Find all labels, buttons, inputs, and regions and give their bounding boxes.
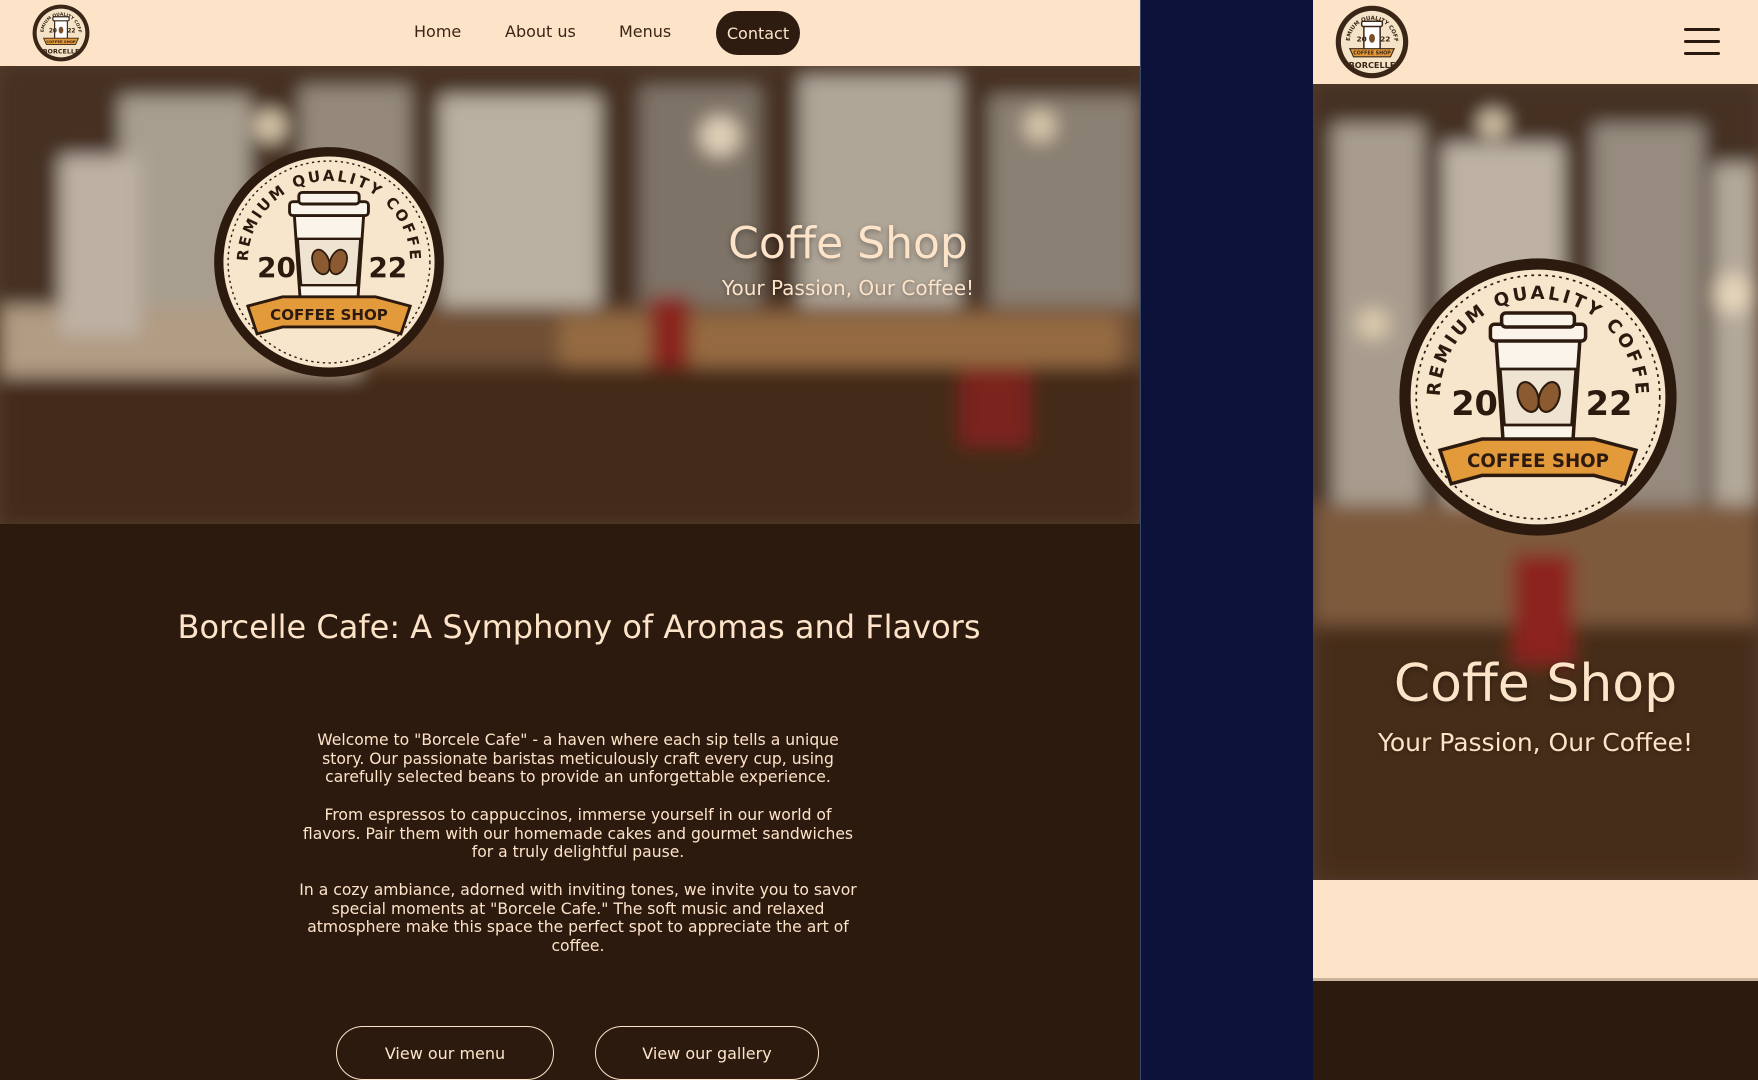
mobile-mockup: PREMIUM QUALITY COFFEE 20 22 COFFEE SHOP…: [1313, 0, 1758, 1080]
svg-text:BORCELLE: BORCELLE: [43, 47, 80, 55]
view-menu-button[interactable]: View our menu: [336, 1026, 554, 1080]
svg-text:20: 20: [1451, 384, 1498, 423]
borcelle-logo-icon: PREMIUM QUALITY COFFEE 20 22 COFFEE SHOP…: [1335, 5, 1409, 79]
mobile-nav-logo[interactable]: PREMIUM QUALITY COFFEE 20 22 COFFEE SHOP…: [1335, 5, 1409, 79]
hamburger-menu-icon[interactable]: [1684, 28, 1720, 56]
mobile-hero-subtitle: Your Passion, Our Coffee!: [1377, 728, 1694, 757]
svg-text:22: 22: [1380, 34, 1390, 43]
svg-text:COFFEE SHOP: COFFEE SHOP: [1353, 51, 1391, 57]
svg-text:20: 20: [1356, 34, 1366, 43]
svg-text:COFFEE SHOP: COFFEE SHOP: [270, 306, 388, 324]
navbar: PREMIUM QUALITY COFFEE 20 22 COFFEE SHOP…: [0, 0, 1140, 66]
nav-link-menus[interactable]: Menus: [619, 22, 671, 41]
nav-logo[interactable]: PREMIUM QUALITY COFFEE 20 22 COFFEE SHOP…: [32, 4, 90, 62]
contact-button[interactable]: Contact: [716, 11, 800, 55]
about-heading: Borcelle Cafe: A Symphony of Aromas and …: [177, 608, 981, 646]
coffee-cup-badge-icon: PREMIUM QUALITY COFFEE 20 22 COFFEE SHOP: [1398, 257, 1677, 536]
hero-title: Coffe Shop: [728, 218, 968, 269]
hero-badge-logo: PREMIUM QUALITY COFFEE 20 22 COFFEE SHOP: [213, 146, 445, 378]
nav-link-home[interactable]: Home: [414, 22, 461, 41]
coffee-cup-badge-icon: PREMIUM QUALITY COFFEE 20 22 COFFEE SHOP: [213, 146, 444, 377]
about-paragraph: Welcome to "Borcele Cafe" - a haven wher…: [317, 731, 839, 787]
nav-link-about[interactable]: About us: [505, 22, 576, 41]
svg-text:22: 22: [368, 251, 407, 284]
mobile-dark-section: [1313, 978, 1758, 1080]
svg-text:BORCELLE: BORCELLE: [1349, 60, 1396, 70]
hero-subtitle: Your Passion, Our Coffee!: [721, 276, 975, 300]
desktop-mockup: PREMIUM QUALITY COFFEE 20 22 COFFEE SHOP…: [0, 0, 1141, 1080]
borcelle-logo-icon: PREMIUM QUALITY COFFEE 20 22 COFFEE SHOP…: [32, 4, 90, 62]
svg-text:COFFEE SHOP: COFFEE SHOP: [1467, 451, 1609, 472]
svg-text:22: 22: [1586, 384, 1633, 423]
svg-text:COFFEE SHOP: COFFEE SHOP: [46, 40, 76, 44]
view-gallery-button[interactable]: View our gallery: [595, 1026, 819, 1080]
hero-banner: PREMIUM QUALITY COFFEE 20 22 COFFEE SHOP…: [0, 66, 1140, 524]
mobile-hero-title: Coffe Shop: [1393, 654, 1678, 714]
mobile-navbar: PREMIUM QUALITY COFFEE 20 22 COFFEE SHOP…: [1313, 0, 1758, 84]
mobile-cream-band: [1313, 880, 1758, 978]
svg-text:22: 22: [67, 28, 75, 34]
about-paragraph: From espressos to cappuccinos, immerse y…: [302, 806, 854, 862]
about-paragraph: In a cozy ambiance, adorned with invitin…: [299, 881, 857, 956]
svg-text:20: 20: [257, 251, 296, 284]
mobile-hero-badge-logo: PREMIUM QUALITY COFFEE 20 22 COFFEE SHOP: [1398, 257, 1678, 537]
svg-text:20: 20: [49, 28, 57, 34]
mobile-hero-banner: PREMIUM QUALITY COFFEE 20 22 COFFEE SHOP…: [1313, 84, 1758, 880]
